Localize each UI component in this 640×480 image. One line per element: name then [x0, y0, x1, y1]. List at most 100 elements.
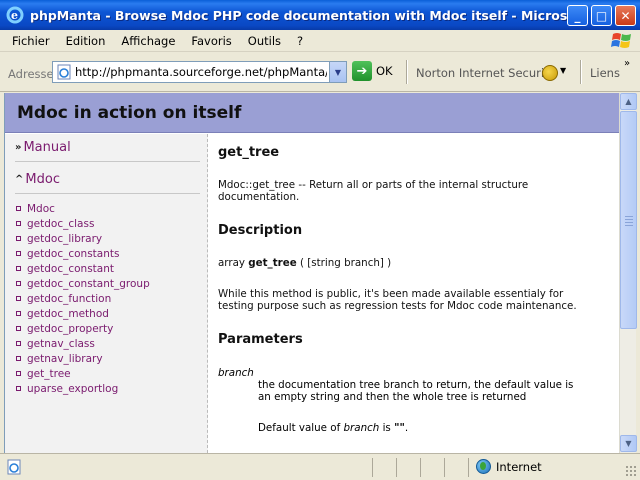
- address-bar: Adresse http://phpmanta.sourceforge.net/…: [0, 52, 640, 92]
- sidebar-item[interactable]: getnav_class: [15, 336, 150, 351]
- signature-params: ( [string branch] ): [296, 257, 392, 269]
- sidebar-item[interactable]: getdoc_property: [15, 321, 150, 336]
- page-status-icon: [6, 459, 22, 475]
- description-line-1: While this method is public, it's been m…: [218, 288, 564, 300]
- menu-affichage[interactable]: Affichage: [113, 34, 183, 48]
- sidebar-item[interactable]: getdoc_constant_group: [15, 276, 150, 291]
- grip-line: [625, 222, 633, 223]
- divider: [15, 193, 200, 194]
- summary-line-1: Mdoc::get_tree -- Return all or parts of…: [218, 179, 529, 191]
- bullet-icon: [16, 221, 21, 226]
- sidebar-mdoc-label: Mdoc: [25, 172, 60, 187]
- sidebar-item-label: getdoc_constants: [27, 247, 120, 260]
- zone-label: Internet: [496, 459, 542, 474]
- address-dropdown-icon[interactable]: ▼: [329, 62, 346, 82]
- sidebar-item[interactable]: Mdoc: [15, 201, 150, 216]
- default-mid: is: [379, 422, 395, 434]
- sidebar-item-label: Mdoc: [27, 202, 55, 215]
- links-label[interactable]: Liens: [590, 66, 620, 80]
- grip-line: [625, 225, 633, 226]
- divider: [15, 161, 200, 162]
- bullet-icon: [16, 371, 21, 376]
- menu-outils[interactable]: Outils: [240, 34, 289, 48]
- go-label: OK: [376, 64, 393, 78]
- minimize-button[interactable]: _: [567, 5, 588, 26]
- scroll-up-icon[interactable]: ▲: [620, 93, 637, 110]
- sidebar-item-label: getnav_library: [27, 352, 103, 365]
- status-divider: [396, 458, 397, 477]
- window-title: phpManta - Browse Mdoc PHP code document…: [30, 7, 580, 23]
- default-suffix: .: [404, 422, 409, 434]
- menu-favoris[interactable]: Favoris: [183, 34, 239, 48]
- scroll-thumb[interactable]: [620, 111, 637, 329]
- bullet-icon: [16, 311, 21, 316]
- status-divider: [372, 458, 373, 477]
- address-label: Adresse: [8, 67, 54, 81]
- sidebar-item-label: getdoc_property: [27, 322, 114, 335]
- bullet-icon: [16, 296, 21, 301]
- sidebar-item-label: uparse_exportlog: [27, 382, 119, 395]
- bullet-icon: [16, 356, 21, 361]
- bullet-icon: [16, 326, 21, 331]
- sidebar-mdoc-link[interactable]: ^ Mdoc: [15, 172, 60, 187]
- title-bar[interactable]: e phpManta - Browse Mdoc PHP code docume…: [0, 0, 640, 30]
- menu-edition[interactable]: Edition: [58, 34, 114, 48]
- sidebar-item[interactable]: getdoc_class: [15, 216, 150, 231]
- status-divider: [468, 458, 469, 477]
- close-button[interactable]: ✕: [615, 5, 636, 26]
- sidebar-item-label: getdoc_method: [27, 307, 109, 320]
- param-name: branch: [218, 367, 254, 379]
- sidebar-item[interactable]: getdoc_library: [15, 231, 150, 246]
- bullet-icon: [16, 386, 21, 391]
- bullet-icon: [16, 266, 21, 271]
- norton-icon[interactable]: [542, 65, 558, 81]
- page-icon: [56, 64, 72, 80]
- menu-help[interactable]: ?: [289, 34, 311, 48]
- sidebar-manual-link[interactable]: » Manual: [15, 140, 71, 155]
- address-input[interactable]: http://phpmanta.sourceforge.net/phpManta…: [52, 61, 347, 83]
- resize-grip-icon[interactable]: [625, 465, 637, 477]
- default-value: "": [394, 422, 405, 434]
- sidebar-item[interactable]: uparse_exportlog: [15, 381, 150, 396]
- go-arrow-icon: ➔: [352, 61, 372, 81]
- toolbar-separator: [406, 60, 408, 84]
- sidebar-item-label: getdoc_function: [27, 292, 112, 305]
- sidebar-item[interactable]: getdoc_method: [15, 306, 150, 321]
- grip-line: [625, 216, 633, 217]
- sidebar-item-label: getnav_class: [27, 337, 95, 350]
- ie-app-icon: e: [6, 6, 24, 24]
- sidebar: » Manual ^ Mdoc Mdoc getdoc_class getdoc…: [5, 134, 208, 453]
- status-divider: [420, 458, 421, 477]
- sidebar-item-label: getdoc_constant: [27, 262, 114, 275]
- sidebar-item[interactable]: getdoc_constant: [15, 261, 150, 276]
- sidebar-item[interactable]: getdoc_constants: [15, 246, 150, 261]
- vertical-scrollbar[interactable]: ▲ ▼: [619, 93, 637, 453]
- sidebar-item[interactable]: getdoc_function: [15, 291, 150, 306]
- param-desc-line-2: an empty string and then the whole tree …: [258, 391, 527, 403]
- collapse-icon: ^: [15, 174, 24, 185]
- go-button[interactable]: ➔ OK: [352, 61, 393, 81]
- param-default-value: Default value of branch is "".: [258, 422, 608, 434]
- sidebar-item[interactable]: getnav_library: [15, 351, 150, 366]
- address-url: http://phpmanta.sourceforge.net/phpManta…: [75, 65, 327, 79]
- description-heading: Description: [218, 223, 303, 238]
- description-line-2: testing purpose such as regression tests…: [218, 300, 577, 312]
- signature: array get_tree ( [string branch] ): [218, 257, 391, 269]
- sidebar-item[interactable]: get_tree: [15, 366, 150, 381]
- param-desc-line-1: the documentation tree branch to return,…: [258, 379, 574, 391]
- norton-dropdown-icon[interactable]: ▼: [560, 66, 566, 75]
- signature-function-name: get_tree: [248, 257, 297, 269]
- expand-icon: »: [15, 142, 22, 153]
- maximize-button[interactable]: □: [591, 5, 612, 26]
- norton-toolbar-label[interactable]: Norton Internet Security: [416, 66, 555, 80]
- sidebar-item-label: getdoc_library: [27, 232, 103, 245]
- sidebar-method-list: Mdoc getdoc_class getdoc_library getdoc_…: [15, 201, 150, 396]
- sidebar-item-label: getdoc_class: [27, 217, 95, 230]
- scroll-down-icon[interactable]: ▼: [620, 435, 637, 452]
- links-chevron-icon[interactable]: »: [624, 58, 630, 69]
- bullet-icon: [16, 206, 21, 211]
- menu-fichier[interactable]: Fichier: [0, 34, 58, 48]
- function-title: get_tree: [218, 145, 280, 160]
- sidebar-item-label: get_tree: [27, 367, 71, 380]
- security-zone[interactable]: Internet: [476, 459, 542, 474]
